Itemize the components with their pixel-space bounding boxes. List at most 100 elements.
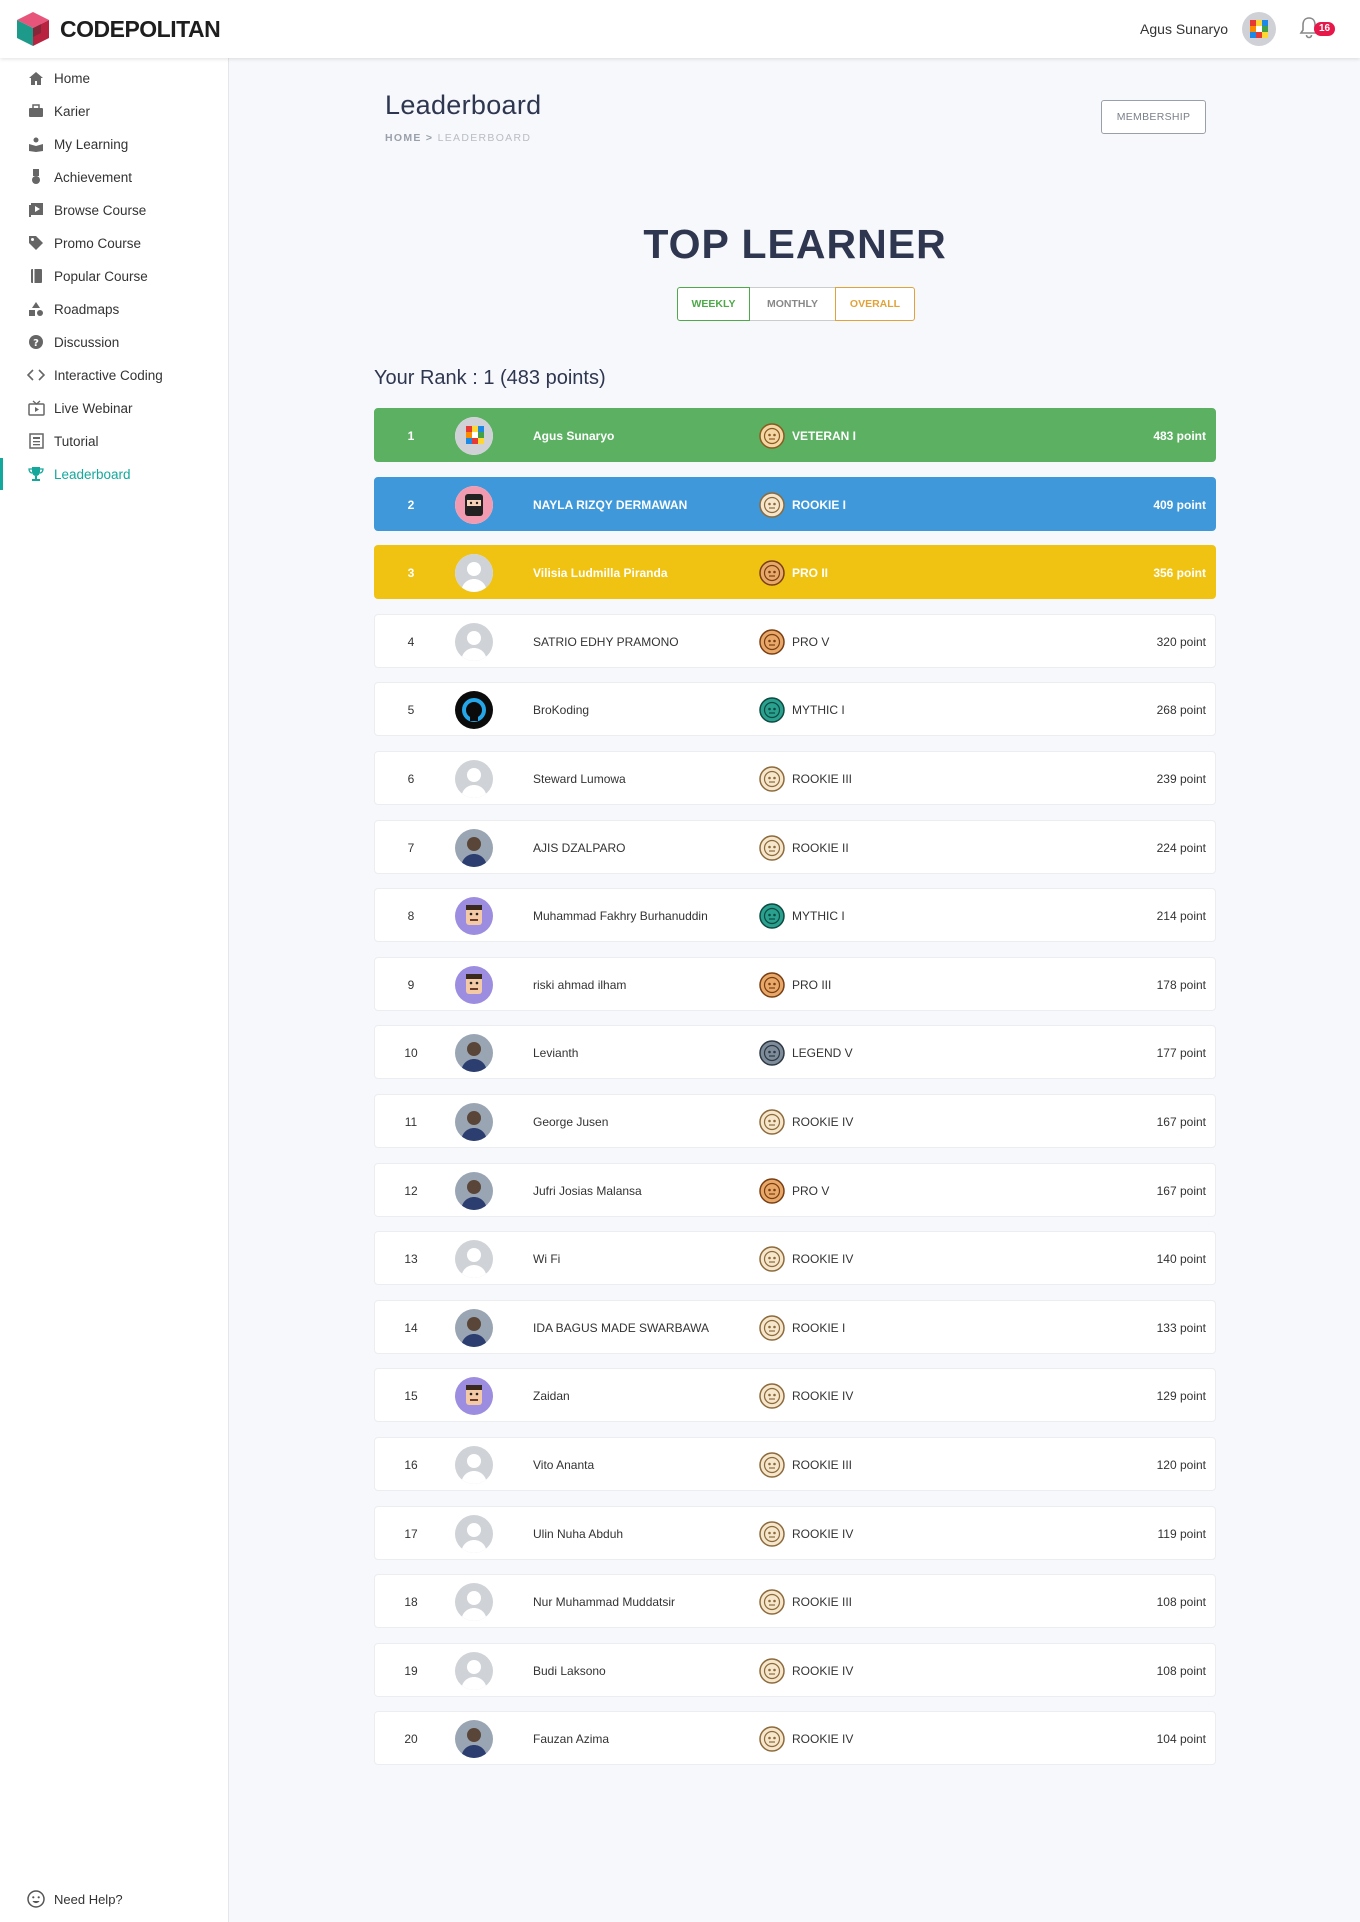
learner-name[interactable]: BroKoding	[533, 683, 589, 737]
default-avatar[interactable]	[455, 1583, 493, 1621]
learner-name[interactable]: Ulin Nuha Abduh	[533, 1507, 623, 1561]
learner-name[interactable]: riski ahmad ilham	[533, 958, 626, 1012]
sidebar-item-label: Home	[54, 70, 91, 86]
learner-name[interactable]: Vilisia Ludmilla Piranda	[533, 546, 668, 600]
level-label: ROOKIE IV	[792, 1252, 854, 1266]
learner-name[interactable]: SATRIO EDHY PRAMONO	[533, 615, 679, 669]
level-label: ROOKIE II	[792, 841, 849, 855]
level-label: PRO V	[792, 635, 830, 649]
learner-name[interactable]: Vito Ananta	[533, 1438, 594, 1492]
learner-level: PRO V	[759, 615, 829, 669]
leaderboard-row[interactable]: 18 Nur Muhammad Muddatsir ROOKIE III 108 po…	[374, 1574, 1216, 1628]
sidebar-item-label: Browse Course	[54, 202, 147, 218]
leaderboard-row[interactable]: 6 Steward Lumowa ROOKIE III 239 point	[374, 751, 1216, 805]
notifications-button[interactable]: 16	[1298, 14, 1338, 44]
learner-name[interactable]: Levianth	[533, 1026, 578, 1080]
pro-badge-icon	[759, 560, 785, 586]
leaderboard-row[interactable]: 5 BroKoding MYTHIC I 268 point	[374, 682, 1216, 736]
character-avatar[interactable]	[455, 897, 493, 935]
leaderboard-row[interactable]: 19 Budi Laksono ROOKIE IV 108 point	[374, 1643, 1216, 1697]
leaderboard-row[interactable]: 10 Levianth LEGEND V 177 point	[374, 1025, 1216, 1079]
codepolitan-logo[interactable]: CODEPOLITAN	[14, 10, 221, 48]
leaderboard-row[interactable]: 14 IDA BAGUS MADE SWARBAWA ROOKIE I 133 poi…	[374, 1300, 1216, 1354]
photo-avatar[interactable]	[455, 829, 493, 867]
learner-name[interactable]: Jufri Josias Malansa	[533, 1164, 642, 1218]
tab-monthly[interactable]: MONTHLY	[750, 287, 835, 321]
learner-name[interactable]: Nur Muhammad Muddatsir	[533, 1575, 675, 1629]
rookie-badge-icon	[759, 1521, 785, 1547]
membership-button[interactable]: MEMBERSHIP	[1101, 100, 1206, 134]
default-avatar[interactable]	[455, 1446, 493, 1484]
default-avatar[interactable]	[455, 1652, 493, 1690]
rank-number: 10	[404, 1046, 418, 1060]
leaderboard-row[interactable]: 7 AJIS DZALPARO ROOKIE II 224 point	[374, 820, 1216, 874]
photo-avatar[interactable]	[455, 1103, 493, 1141]
leaderboard-row[interactable]: 1 Agus Sunaryo VETERAN I 483 point	[374, 408, 1216, 462]
sidebar: Home Karier My Learning Achievement Brow…	[0, 58, 229, 1922]
leaderboard-row[interactable]: 15 Zaidan ROOKIE IV 129 point	[374, 1368, 1216, 1422]
tab-overall[interactable]: OVERALL	[835, 287, 915, 321]
rubik-avatar[interactable]	[455, 417, 493, 455]
leaderboard-row[interactable]: 2 NAYLA RIZQY DERMAWAN ROOKIE I 409 point	[374, 477, 1216, 531]
leaderboard-row[interactable]: 11 George Jusen ROOKIE IV 167 point	[374, 1094, 1216, 1148]
learner-level: ROOKIE IV	[759, 1507, 853, 1561]
rank-number: 3	[407, 566, 415, 580]
default-avatar[interactable]	[455, 623, 493, 661]
learner-name[interactable]: Agus Sunaryo	[533, 409, 614, 463]
default-avatar[interactable]	[455, 1515, 493, 1553]
learner-points: 120 point	[1156, 1458, 1206, 1472]
leaderboard-row[interactable]: 9 riski ahmad ilham PRO III 178 point	[374, 957, 1216, 1011]
leaderboard-row[interactable]: 16 Vito Ananta ROOKIE III 120 point	[374, 1437, 1216, 1491]
learner-name[interactable]: IDA BAGUS MADE SWARBAWA	[533, 1301, 709, 1355]
leaderboard-row[interactable]: 13 Wi Fi ROOKIE IV 140 point	[374, 1231, 1216, 1285]
leaderboard-row[interactable]: 3 Vilisia Ludmilla Piranda PRO II 356 point	[374, 545, 1216, 599]
top-learner-heading: TOP LEARNER	[643, 221, 947, 267]
learner-level: PRO III	[759, 958, 831, 1012]
learner-name[interactable]: Zaidan	[533, 1369, 570, 1423]
learner-name[interactable]: George Jusen	[533, 1095, 608, 1149]
character-avatar[interactable]	[455, 966, 493, 1004]
level-label: ROOKIE IV	[792, 1732, 854, 1746]
tab-weekly[interactable]: WEEKLY	[677, 287, 750, 321]
shapes-icon	[27, 300, 45, 318]
default-avatar[interactable]	[455, 1240, 493, 1278]
learner-points: 140 point	[1156, 1252, 1206, 1266]
breadcrumb-home[interactable]: HOME	[385, 132, 422, 144]
learner-level: ROOKIE IV	[759, 1644, 853, 1698]
learner-points: 167 point	[1156, 1184, 1206, 1198]
leaderboard-row[interactable]: 4 SATRIO EDHY PRAMONO PRO V 320 point	[374, 614, 1216, 668]
level-label: VETERAN I	[792, 429, 857, 443]
sidebar-item-leaderboard[interactable]: Leaderboard	[0, 454, 229, 494]
learner-name[interactable]: Budi Laksono	[533, 1644, 606, 1698]
learner-name[interactable]: Wi Fi	[533, 1232, 560, 1286]
leaderboard-row[interactable]: 17 Ulin Nuha Abduh ROOKIE IV 119 point	[374, 1506, 1216, 1560]
level-label: ROOKIE IV	[792, 1527, 854, 1541]
default-avatar[interactable]	[455, 554, 493, 592]
photo-avatar[interactable]	[455, 1720, 493, 1758]
default-avatar[interactable]	[455, 760, 493, 798]
leaderboard-row[interactable]: 8 Muhammad Fakhry Burhanuddin MYTHIC I 214 …	[374, 888, 1216, 942]
learner-level: ROOKIE I	[759, 478, 846, 532]
learner-name[interactable]: NAYLA RIZQY DERMAWAN	[533, 478, 687, 532]
learner-name[interactable]: AJIS DZALPARO	[533, 821, 625, 875]
photo-avatar[interactable]	[455, 1172, 493, 1210]
user-avatar[interactable]	[1242, 12, 1276, 46]
learner-name[interactable]: Muhammad Fakhry Burhanuddin	[533, 889, 708, 943]
learner-name[interactable]: Fauzan Azima	[533, 1712, 609, 1766]
user-name[interactable]: Agus Sunaryo	[1140, 21, 1228, 37]
sidebar-item-label: Promo Course	[54, 235, 142, 251]
leaderboard-row[interactable]: 12 Jufri Josias Malansa PRO V 167 point	[374, 1163, 1216, 1217]
learner-level: ROOKIE I	[759, 1301, 845, 1355]
learner-points: 356 point	[1153, 566, 1206, 580]
leaderboard-row[interactable]: 20 Fauzan Azima ROOKIE IV 104 point	[374, 1711, 1216, 1765]
learner-points: 224 point	[1156, 841, 1206, 855]
photo-avatar[interactable]	[455, 1034, 493, 1072]
user-menu[interactable]: Agus Sunaryo 16	[1140, 12, 1338, 46]
photo-avatar[interactable]	[455, 1309, 493, 1347]
rank-number: 16	[404, 1458, 418, 1472]
need-help-link[interactable]: Need Help?	[27, 1890, 123, 1908]
brokoding-avatar[interactable]	[455, 691, 493, 729]
ninja-avatar[interactable]	[455, 486, 493, 524]
learner-name[interactable]: Steward Lumowa	[533, 752, 626, 806]
character-avatar[interactable]	[455, 1377, 493, 1415]
